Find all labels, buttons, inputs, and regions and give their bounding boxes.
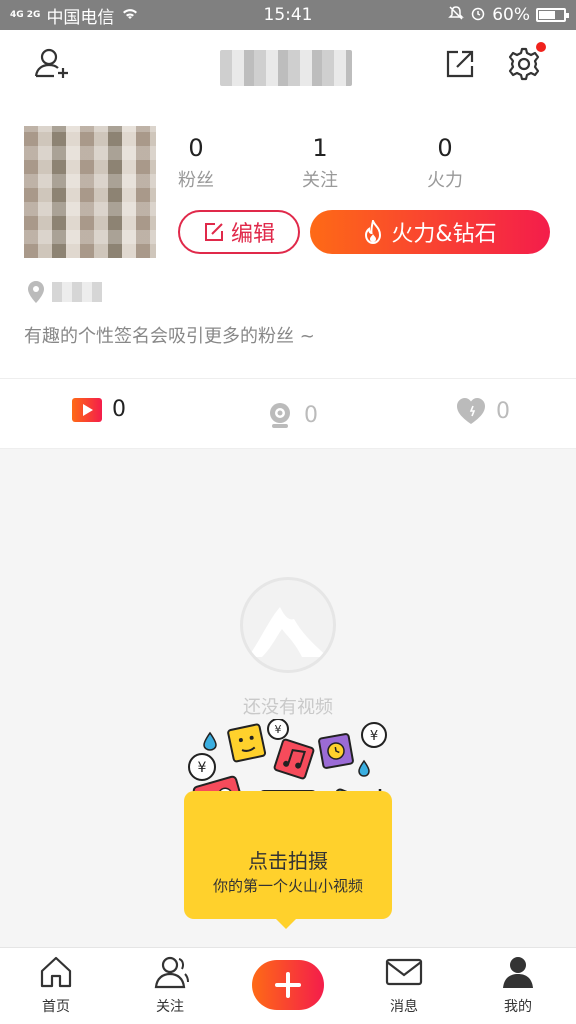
edit-icon	[204, 223, 223, 241]
profile-header	[0, 30, 576, 100]
nav-label: 消息	[390, 999, 418, 1015]
fire-diamond-button[interactable]: 火力&钻石	[310, 210, 550, 254]
camera-icon	[270, 403, 290, 428]
mail-icon	[385, 958, 423, 986]
edit-profile-button[interactable]: 编辑	[178, 210, 300, 254]
stat-label: 粉丝	[178, 170, 214, 191]
location-row	[26, 280, 102, 304]
stat-label: 关注	[302, 170, 338, 191]
create-video-button[interactable]	[252, 960, 324, 1010]
promo-shoot-card[interactable]: 点击拍摄 你的第一个火山小视频	[184, 791, 392, 919]
promo-pointer	[276, 919, 296, 929]
location-pin-icon	[28, 281, 44, 303]
stat-following[interactable]: 1 关注	[285, 134, 355, 192]
tab-videos[interactable]: 0	[72, 397, 126, 422]
nav-label: 关注	[156, 999, 184, 1015]
nav-messages[interactable]: 消息	[364, 954, 444, 1016]
stat-fire[interactable]: 0 火力	[410, 134, 480, 192]
nav-label: 首页	[42, 999, 70, 1015]
username-blurred	[220, 50, 352, 86]
video-play-icon	[72, 397, 102, 422]
heart-icon	[457, 398, 485, 424]
status-bar: 4G 2G 中国电信 15:41 60%	[0, 0, 576, 30]
video-list-area: 还没有视频 ¥ ¥ ¥ 点击拍摄 你的第一个火山小视频	[0, 449, 576, 947]
plus-icon	[275, 972, 301, 998]
user-icon	[503, 957, 533, 988]
stat-value: 0	[437, 134, 453, 162]
friends-icon	[154, 956, 189, 989]
share-icon	[446, 50, 474, 78]
empty-state-icon	[240, 577, 336, 673]
nav-home[interactable]: 首页	[16, 954, 96, 1016]
battery-icon	[536, 8, 569, 22]
stat-fans[interactable]: 0 粉丝	[161, 134, 231, 192]
promo-subtitle: 你的第一个火山小视频	[212, 877, 363, 895]
notification-dot	[536, 42, 546, 52]
tab-count: 0	[304, 402, 318, 428]
location-blurred	[52, 282, 102, 302]
tab-count: 0	[496, 398, 510, 424]
clock: 15:41	[263, 5, 313, 25]
stat-label: 火力	[427, 170, 463, 191]
edit-label: 编辑	[230, 222, 275, 247]
tab-likes[interactable]: 0	[456, 397, 510, 425]
stat-value: 0	[188, 134, 204, 162]
fire-diamond-label: 火力&钻石	[391, 222, 497, 247]
stat-value: 1	[312, 134, 328, 162]
empty-state-text: 还没有视频	[243, 697, 333, 718]
flame-icon	[365, 220, 382, 244]
tab-count: 0	[112, 397, 126, 422]
svg-text:¥: ¥	[370, 729, 378, 744]
home-icon	[40, 956, 72, 988]
avatar[interactable]	[24, 126, 156, 258]
nav-label: 我的	[504, 999, 532, 1015]
nav-me[interactable]: 我的	[478, 954, 558, 1016]
nav-follow[interactable]: 关注	[130, 954, 210, 1016]
promo-title: 点击拍摄	[248, 849, 328, 873]
content-tabs: 0 0 0	[0, 379, 576, 449]
share-button[interactable]	[440, 44, 480, 84]
bottom-nav: 首页 关注 消息 我的	[0, 947, 576, 1024]
bio-text[interactable]: 有趣的个性签名会吸引更多的粉丝 ~	[24, 322, 315, 348]
add-friend-button[interactable]	[32, 44, 72, 84]
tab-camera[interactable]: 0	[266, 401, 318, 429]
svg-text:¥: ¥	[275, 723, 282, 736]
svg-text:¥: ¥	[198, 760, 207, 776]
add-friend-icon	[34, 48, 68, 78]
